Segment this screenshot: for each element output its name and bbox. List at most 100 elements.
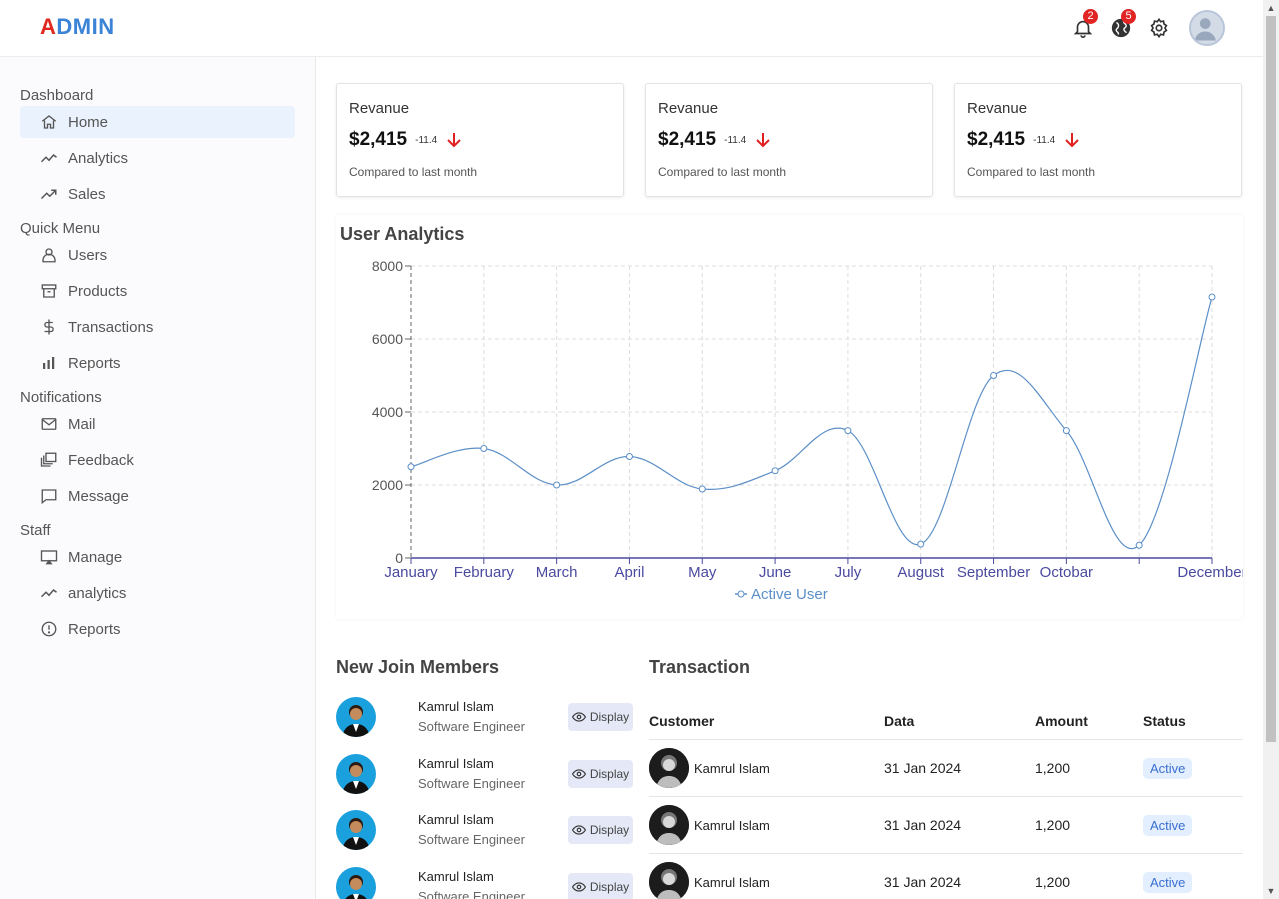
data-point bbox=[1062, 427, 1070, 435]
customer-name: Kamrul Islam bbox=[694, 817, 770, 833]
sidebar-item-feedback[interactable]: Feedback bbox=[20, 444, 295, 476]
main-content: Revanue $2,415 -11.4 Compared to last mo… bbox=[316, 57, 1263, 899]
transaction-date: 31 Jan 2024 bbox=[884, 874, 962, 890]
transactions-title: Transaction bbox=[649, 657, 751, 677]
section-title: Dashboard bbox=[20, 87, 94, 104]
card-title: Revanue bbox=[967, 100, 1028, 117]
line-chart-icon bbox=[40, 588, 57, 598]
data-point bbox=[1135, 541, 1143, 549]
x-tick-label: May bbox=[688, 564, 717, 581]
card-rate: -11.4 bbox=[724, 134, 747, 146]
notifications-button[interactable]: 2 bbox=[1071, 9, 1098, 46]
member-name: Kamrul Islam bbox=[418, 699, 494, 714]
card-amount: $2,415 bbox=[349, 129, 408, 150]
sidebar-item-home[interactable]: Home bbox=[20, 106, 295, 138]
customer-name: Kamrul Islam bbox=[694, 874, 770, 890]
revenue-card: Revanue $2,415 -11.4 Compared to last mo… bbox=[336, 83, 624, 197]
y-tick-label: 4000 bbox=[372, 404, 403, 420]
series-line-active-user bbox=[410, 296, 1213, 550]
card-rate: -11.4 bbox=[415, 134, 438, 146]
eye-icon bbox=[571, 712, 586, 722]
eye-icon bbox=[571, 769, 586, 779]
customer-avatar bbox=[649, 805, 689, 845]
sidebar-item-staff-reports[interactable]: Reports bbox=[20, 613, 295, 645]
table-row: Kamrul Islam 31 Jan 2024 1,200 Active bbox=[649, 797, 1243, 854]
user-analytics-chart: User Analytics 0 2000 4000 6000 8000 January F… bbox=[336, 215, 1243, 619]
sidebar-item-label: Analytics bbox=[68, 149, 129, 167]
list-item: Kamrul Islam Software Engineer Display bbox=[336, 697, 636, 741]
sidebar-item-label: Reports bbox=[68, 354, 121, 372]
scroll-thumb[interactable] bbox=[1266, 16, 1276, 742]
sidebar-section-notifications: Notifications Mail Feedback Message bbox=[20, 389, 295, 512]
trending-up-icon bbox=[40, 189, 57, 200]
member-role: Software Engineer bbox=[418, 776, 525, 791]
data-point bbox=[480, 445, 488, 452]
scroll-down-arrow-icon[interactable]: ▼ bbox=[1263, 883, 1279, 899]
sidebar-item-users[interactable]: Users bbox=[20, 239, 295, 271]
table-row: Kamrul Islam 31 Jan 2024 1,200 Active bbox=[649, 740, 1243, 797]
display-button-label: Display bbox=[589, 767, 630, 781]
sidebar-section-dashboard: Dashboard Home Analytics Sales bbox=[20, 87, 295, 210]
display-button[interactable]: Display bbox=[568, 760, 633, 788]
y-tick-label: 8000 bbox=[372, 258, 403, 274]
header-customer: Customer bbox=[649, 712, 715, 729]
language-badge: 5 bbox=[1121, 9, 1136, 24]
brand-logo-letter: A bbox=[40, 14, 57, 39]
member-avatar bbox=[336, 754, 376, 794]
status-badge: Active bbox=[1143, 871, 1193, 893]
person-photo-icon bbox=[649, 748, 689, 788]
status-badge: Active bbox=[1143, 757, 1193, 779]
monitor-icon bbox=[40, 550, 58, 565]
x-tick-label: December bbox=[1177, 564, 1243, 581]
data-point bbox=[771, 467, 779, 475]
sidebar-item-sales[interactable]: Sales bbox=[20, 178, 295, 210]
display-button[interactable]: Display bbox=[568, 873, 633, 899]
message-icon bbox=[41, 489, 57, 505]
display-button[interactable]: Display bbox=[568, 703, 633, 731]
display-button[interactable]: Display bbox=[568, 816, 633, 844]
section-title: Staff bbox=[20, 522, 51, 539]
legend-label: Active User bbox=[751, 586, 828, 603]
sidebar-item-manage[interactable]: Manage bbox=[20, 541, 295, 573]
member-avatar bbox=[336, 697, 376, 737]
settings-button[interactable] bbox=[1147, 10, 1171, 46]
card-subtitle: Compared to last month bbox=[967, 165, 1096, 179]
member-avatar bbox=[336, 810, 376, 850]
member-role: Software Engineer bbox=[418, 889, 525, 899]
card-title: Revanue bbox=[349, 100, 410, 117]
member-role: Software Engineer bbox=[418, 832, 525, 847]
sidebar-item-transactions[interactable]: Transactions bbox=[20, 311, 295, 343]
language-button[interactable]: 5 bbox=[1109, 9, 1136, 46]
brand-logo-rest: DMIN bbox=[56, 14, 115, 39]
x-tick-label: June bbox=[759, 564, 792, 581]
user-avatar[interactable] bbox=[1189, 10, 1225, 46]
customer-avatar bbox=[649, 748, 689, 788]
sidebar-item-analytics[interactable]: Analytics bbox=[20, 142, 295, 174]
sidebar-item-label: Reports bbox=[68, 620, 121, 638]
display-button-label: Display bbox=[589, 710, 630, 724]
data-point bbox=[553, 481, 561, 489]
person-photo-icon bbox=[342, 818, 370, 850]
sidebar: Dashboard Home Analytics Sales Quick Men… bbox=[0, 57, 316, 899]
card-amount: $2,415 bbox=[658, 129, 717, 150]
page-scrollbar[interactable]: ▲ ▼ bbox=[1263, 0, 1279, 899]
data-point bbox=[407, 463, 415, 471]
eye-icon bbox=[571, 825, 586, 835]
scroll-up-arrow-icon[interactable]: ▲ bbox=[1263, 0, 1279, 16]
sidebar-item-reports[interactable]: Reports bbox=[20, 347, 295, 379]
sidebar-item-staff-analytics[interactable]: analytics bbox=[20, 577, 295, 609]
avatar-silhouette-icon bbox=[1194, 18, 1216, 41]
list-item: Kamrul Islam Software Engineer Display bbox=[336, 754, 636, 798]
brand-logo[interactable]: ADMIN bbox=[40, 14, 115, 40]
display-button-label: Display bbox=[589, 823, 630, 837]
sidebar-item-mail[interactable]: Mail bbox=[20, 408, 295, 440]
stat-cards: Revanue $2,415 -11.4 Compared to last mo… bbox=[336, 83, 1242, 197]
sidebar-item-message[interactable]: Message bbox=[20, 480, 295, 512]
sidebar-item-products[interactable]: Products bbox=[20, 275, 295, 307]
archive-icon bbox=[41, 284, 57, 298]
member-name: Kamrul Islam bbox=[418, 869, 494, 884]
transaction-date: 31 Jan 2024 bbox=[884, 760, 962, 776]
user-icon bbox=[42, 248, 56, 263]
customer-name: Kamrul Islam bbox=[694, 760, 770, 776]
member-role: Software Engineer bbox=[418, 719, 525, 734]
